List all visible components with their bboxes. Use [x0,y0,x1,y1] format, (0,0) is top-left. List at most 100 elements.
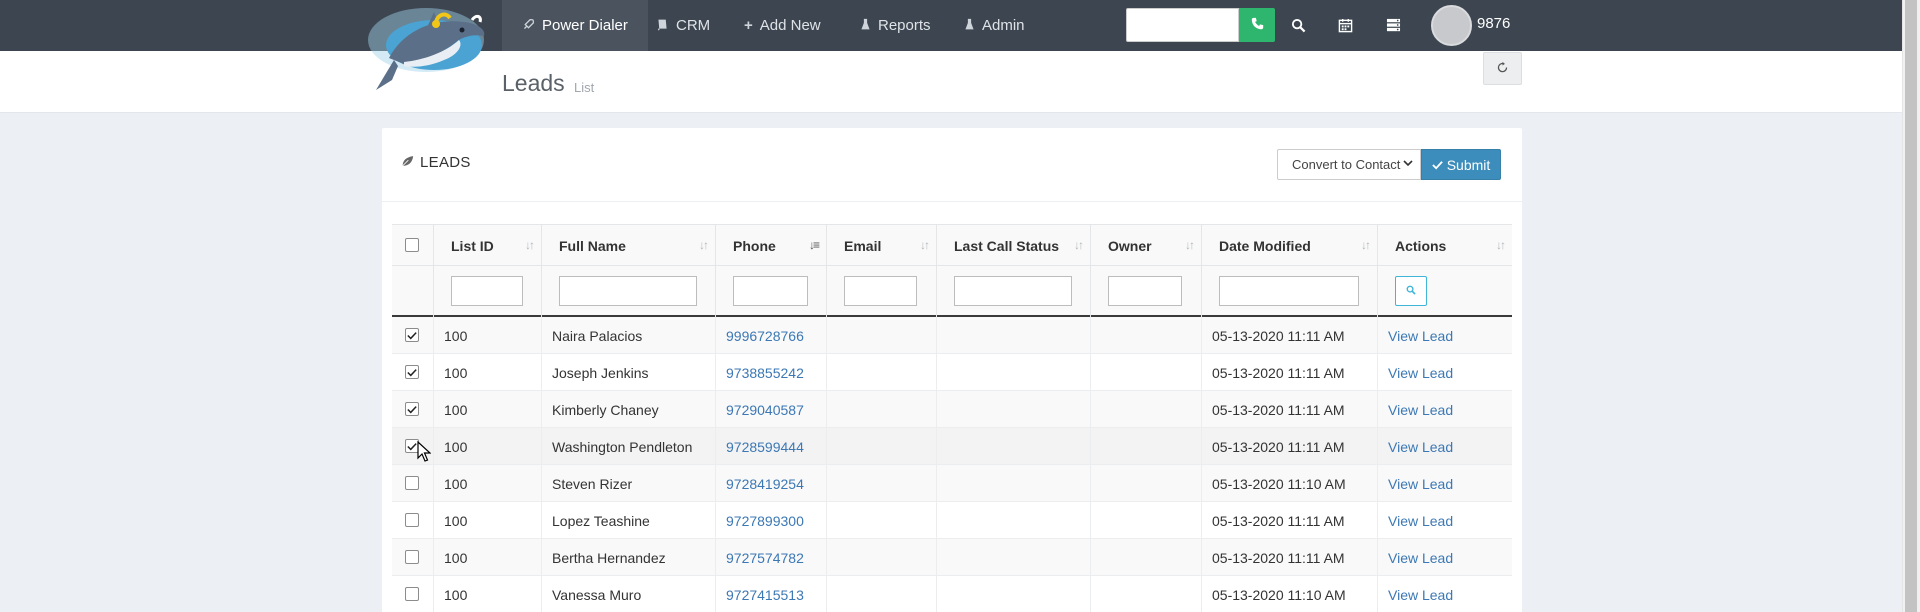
row-checkbox[interactable] [405,587,419,601]
row-checkbox[interactable] [405,513,419,527]
avatar[interactable] [1431,5,1472,46]
call-button[interactable] [1239,8,1275,42]
row-checkbox[interactable] [405,550,419,564]
view-lead-link[interactable]: View Lead [1377,502,1512,539]
cell-phone[interactable]: 9728599444 [715,428,826,465]
top-navbar: Power Dialer CRM + Add New Reports Admin [0,0,1902,51]
server-icon[interactable] [1381,13,1405,37]
submit-button[interactable]: Submit [1421,149,1501,180]
sort-icon: ↓↑ [699,238,709,252]
col-actions[interactable]: Actions ↓↑ [1377,225,1512,267]
table-row: 100 Vanessa Muro 9727415513 05-13-2020 11:1… [392,576,1512,612]
nav-power-dialer[interactable]: Power Dialer [502,0,648,51]
view-lead-link[interactable]: View Lead [1377,428,1512,465]
refresh-button[interactable] [1483,52,1522,85]
page-header [0,51,1902,113]
table-row: 100 Bertha Hernandez 9727574782 05-13-2020 … [392,539,1512,576]
cell-full-name: Washington Pendleton [541,428,715,465]
panel-header: LEADS Convert to Contact Submit [382,128,1522,202]
table-row: 100 Washington Pendleton 9728599444 05-13-2… [392,428,1512,465]
col-owner[interactable]: Owner ↓↑ [1090,225,1201,267]
filter-search-button[interactable] [1395,276,1427,306]
cell-phone[interactable]: 9996728766 [715,317,826,354]
nav-admin[interactable]: Admin [944,0,1045,51]
cell-email [826,391,936,428]
cell-full-name: Lopez Teashine [541,502,715,539]
cell-phone[interactable]: 9728419254 [715,465,826,502]
col-phone[interactable]: Phone ↓≡ [715,225,826,267]
filter-date-modified-input[interactable] [1219,276,1359,306]
filter-email-input[interactable] [844,276,917,306]
col-date-modified[interactable]: Date Modified ↓↑ [1201,225,1377,267]
table-row: 100 Lopez Teashine 9727899300 05-13-2020 11… [392,502,1512,539]
col-list-id[interactable]: List ID ↓↑ [433,225,541,267]
calendar-icon[interactable] [1333,13,1357,37]
cell-last-call-status [936,428,1090,465]
sort-icon: ↓↑ [1074,238,1084,252]
checkmark-icon [407,331,417,339]
filter-full-name-input[interactable] [559,276,697,306]
nav-label: Power Dialer [542,17,628,34]
row-checkbox[interactable] [405,328,419,342]
col-last-call-status[interactable]: Last Call Status ↓↑ [936,225,1090,267]
scrollbar-thumb[interactable] [1905,0,1917,612]
view-lead-link[interactable]: View Lead [1377,317,1512,354]
nav-reports[interactable]: Reports [840,0,951,51]
cell-date-modified: 05-13-2020 11:11 AM [1201,354,1377,391]
view-lead-link[interactable]: View Lead [1377,539,1512,576]
cell-phone[interactable]: 9727899300 [715,502,826,539]
view-lead-link[interactable]: View Lead [1377,465,1512,502]
col-email[interactable]: Email ↓↑ [826,225,936,267]
col-label: Full Name [559,238,626,254]
cell-phone[interactable]: 9729040587 [715,391,826,428]
cell-last-call-status [936,539,1090,576]
cell-email [826,576,936,612]
dial-search-input[interactable] [1126,8,1239,42]
search-icon[interactable] [1286,13,1310,37]
table-header-row: List ID ↓↑ Full Name ↓↑ Phone ↓≡ Email ↓… [392,224,1512,267]
bulk-action-select[interactable]: Convert to Contact [1277,149,1421,180]
cell-select [392,576,433,612]
col-label: Date Modified [1219,238,1311,254]
cell-phone[interactable]: 9727415513 [715,576,826,612]
cell-phone[interactable]: 9727574782 [715,539,826,576]
filter-phone-input[interactable] [733,276,808,306]
cell-full-name: Vanessa Muro [541,576,715,612]
filter-last-call-status-input[interactable] [954,276,1072,306]
nav-add-new[interactable]: + Add New [724,0,841,51]
cell-owner [1090,428,1201,465]
col-label: Phone [733,238,776,254]
view-lead-link[interactable]: View Lead [1377,354,1512,391]
row-checkbox[interactable] [405,476,419,490]
cell-owner [1090,391,1201,428]
row-checkbox[interactable] [405,402,419,416]
cell-phone[interactable]: 9738855242 [715,354,826,391]
cell-select [392,354,433,391]
cell-email [826,465,936,502]
row-checkbox[interactable] [405,365,419,379]
flask-icon [860,18,871,34]
dolphin-logo[interactable] [364,0,489,92]
cell-email [826,354,936,391]
nav-crm[interactable]: CRM [636,0,730,51]
checkmark-icon [407,405,417,413]
panel-title-text: LEADS [420,154,471,171]
bulk-action-selected: Convert to Contact [1292,157,1401,172]
sort-desc-icon: ↓≡ [808,238,820,252]
filter-owner-input[interactable] [1108,276,1182,306]
cell-last-call-status [936,391,1090,428]
view-lead-link[interactable]: View Lead [1377,576,1512,612]
user-id[interactable]: 9876 [1477,15,1510,32]
col-label: Actions [1395,238,1447,254]
refresh-icon [1496,61,1509,77]
filter-cell [1090,266,1201,317]
cell-select [392,539,433,576]
filter-list-id-input[interactable] [451,276,523,306]
filter-cell [1201,266,1377,317]
cell-date-modified: 05-13-2020 11:11 AM [1201,317,1377,354]
view-lead-link[interactable]: View Lead [1377,391,1512,428]
col-full-name[interactable]: Full Name ↓↑ [541,225,715,267]
book-icon [656,18,669,34]
select-all-checkbox[interactable] [405,238,419,252]
cell-select [392,317,433,354]
